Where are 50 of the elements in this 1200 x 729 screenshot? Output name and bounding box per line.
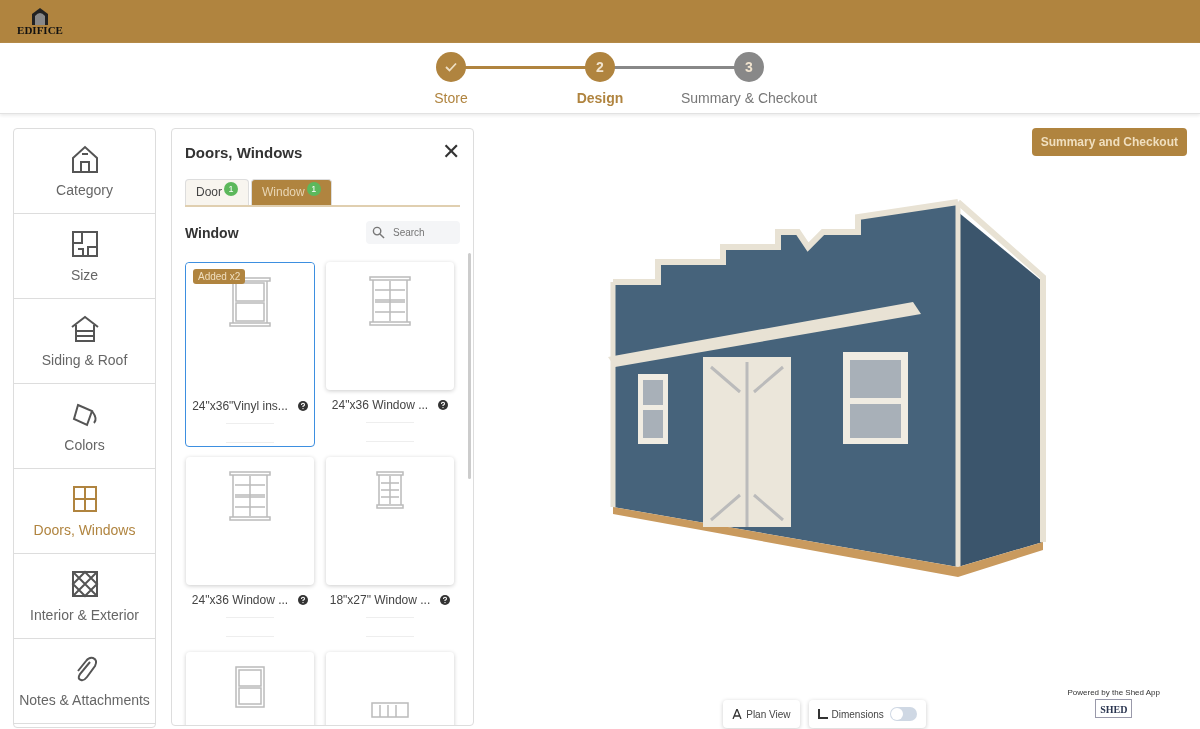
card-label: 24"x36 Window ... xyxy=(331,398,429,412)
dimensions-button[interactable]: Dimensions xyxy=(808,700,926,728)
window-icon xyxy=(376,471,404,509)
window-card[interactable]: Added x2 24"x36"Vinyl ins... xyxy=(185,262,315,447)
sidebar-item[interactable]: Siding & Roof xyxy=(14,299,155,384)
help-icon[interactable] xyxy=(438,400,449,410)
panel-title: Doors, Windows xyxy=(185,143,303,161)
sidebar-item[interactable]: Colors xyxy=(14,384,155,469)
window-icon xyxy=(371,702,409,718)
ruler-icon xyxy=(817,709,828,719)
window-icon xyxy=(369,276,411,326)
help-icon[interactable] xyxy=(297,401,308,411)
check-icon xyxy=(445,62,457,72)
shed-app-logo: SHED xyxy=(1095,699,1133,718)
barn-icon xyxy=(69,144,100,174)
step-label[interactable]: Store xyxy=(434,90,468,106)
card-label: 24"x36"Vinyl ins... xyxy=(192,399,288,413)
logo-text: EDIFICE xyxy=(17,25,63,36)
tab[interactable]: Door 1 xyxy=(185,179,249,205)
count-badge: 1 xyxy=(306,182,321,196)
step-number: 2 xyxy=(596,59,604,75)
step-label[interactable]: Design xyxy=(576,90,624,106)
sidebar-item[interactable]: Category xyxy=(14,129,155,214)
window-icon xyxy=(229,471,271,521)
help-icon[interactable] xyxy=(440,595,451,605)
sidebar-item[interactable]: Size xyxy=(14,214,155,299)
step-label[interactable]: Summary & Checkout xyxy=(680,90,818,106)
dimensions-toggle[interactable] xyxy=(889,707,917,721)
search-icon xyxy=(372,226,385,239)
section-title: Window xyxy=(185,224,239,241)
search-field[interactable]: Search xyxy=(366,221,460,244)
sidebar-item[interactable]: Doors, Windows xyxy=(14,469,155,554)
sidebar-item[interactable]: Interior & Exterior xyxy=(14,554,155,639)
card-label: 24"x36 Window ... xyxy=(191,593,289,607)
step-number: 3 xyxy=(745,59,753,75)
count-badge: 1 xyxy=(224,182,238,196)
powered-by-text: Powered by the Shed App xyxy=(1067,688,1160,697)
window-icon xyxy=(235,666,265,708)
help-icon[interactable] xyxy=(298,595,309,605)
card-label: 18"x27" Window ... xyxy=(329,593,431,607)
lattice-icon xyxy=(69,569,100,599)
close-button[interactable]: ✕ xyxy=(442,141,460,163)
added-badge: Added x2 xyxy=(193,269,246,284)
plan-view-button[interactable]: Plan View xyxy=(723,700,800,728)
sidebar-item[interactable]: Notes & Attachments xyxy=(14,639,155,724)
edifice-logo[interactable]: EDIFICE xyxy=(14,7,66,36)
roof-icon xyxy=(69,314,100,344)
floorplan-icon xyxy=(69,229,100,259)
house-icon xyxy=(30,7,50,25)
scrollbar[interactable] xyxy=(468,253,471,479)
